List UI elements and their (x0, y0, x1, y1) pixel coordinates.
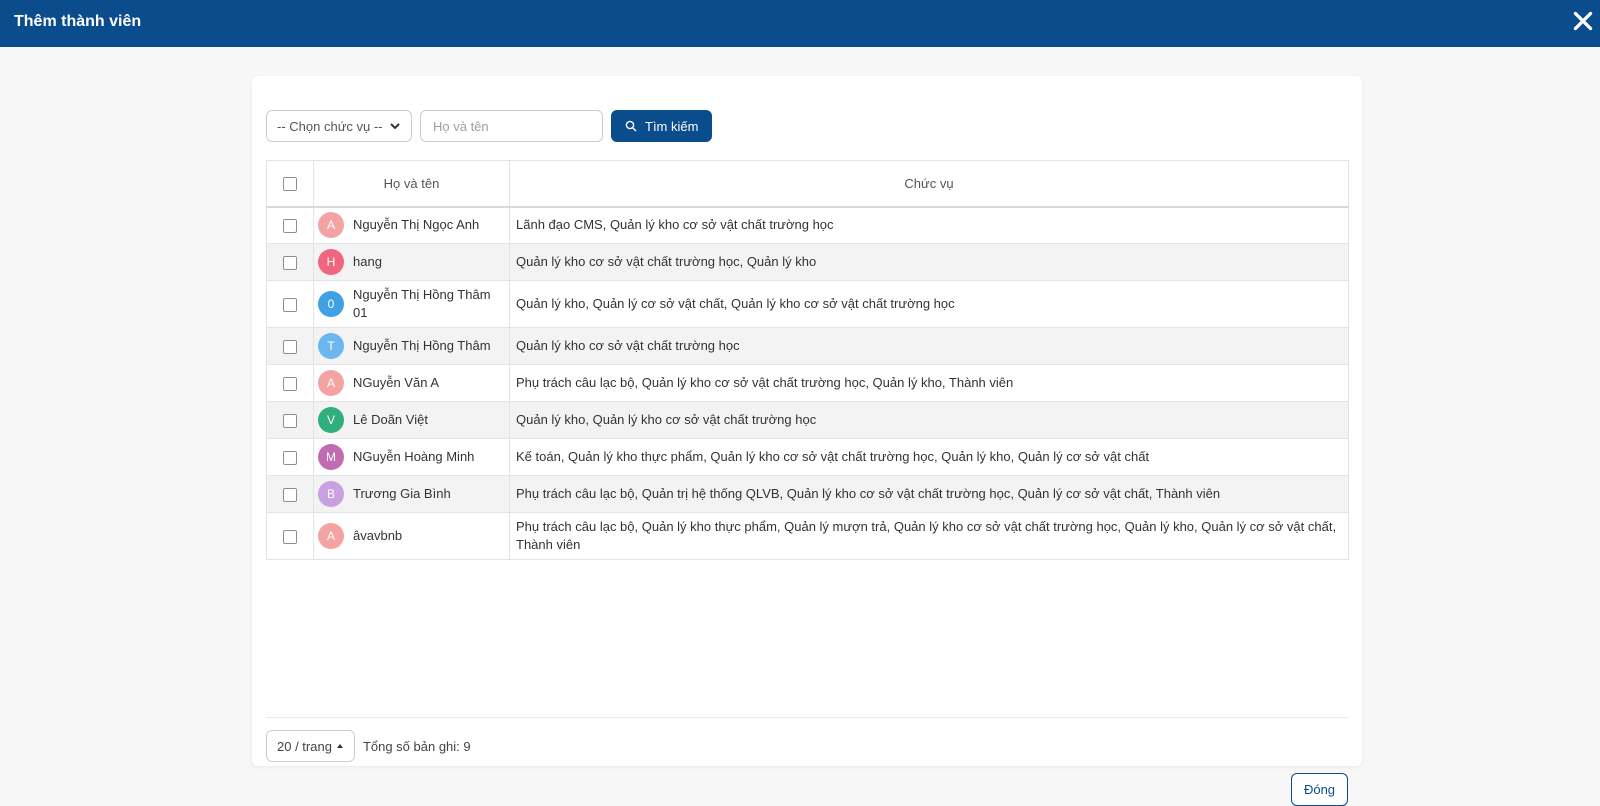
table-header: Họ và tên Chức vụ (266, 160, 1349, 208)
name-cell: Aâvavbnb (313, 512, 510, 560)
row-checkbox[interactable] (283, 413, 297, 428)
page-size-value: 20 / trang (277, 738, 332, 754)
role-cell: Phụ trách câu lạc bộ, Quản lý kho cơ sở … (509, 364, 1349, 402)
member-table: Họ và tên Chức vụ A Nguyễn Thị Ngọc Anh Lã… (266, 160, 1349, 560)
role-cell: Kế toán, Quản lý kho thực phẩm, Quản lý … (509, 438, 1349, 476)
row-checkbox[interactable] (283, 297, 297, 312)
avatar: B (318, 481, 344, 507)
name-cell: A Nguyễn Thị Ngọc Anh (313, 206, 510, 244)
row-check-cell (266, 512, 314, 560)
member-name: âvavbnb (353, 528, 403, 543)
member: 0 Nguyễn Thị Hồng Thâm 01 (314, 286, 509, 322)
avatar: T (318, 333, 344, 359)
table-row[interactable]: T Nguyễn Thị Hồng Thâm Quản lý kho cơ sở v… (266, 327, 1349, 365)
avatar: A (318, 212, 344, 239)
name-cell: V Lê Doãn Việt (313, 401, 510, 439)
row-checkbox[interactable] (283, 376, 297, 391)
member: A NGuyễn Văn A (314, 370, 509, 396)
member: A Nguyễn Thị Ngọc Anh (314, 212, 509, 239)
page-size-select[interactable]: 20 / trang (266, 730, 355, 762)
search-icon (625, 120, 637, 132)
name-cell: Hhang (313, 243, 510, 281)
member-name: NGuyễn Văn A (353, 375, 439, 390)
caret-up-icon (336, 744, 343, 748)
member: V Lê Doãn Việt (314, 407, 509, 433)
filter-bar: -- Chọn chức vụ -- Tìm kiếm (266, 110, 713, 142)
row-check-cell (266, 475, 314, 513)
modal-header: Thêm thành viên (0, 0, 1600, 47)
header-name: Họ và tên (313, 160, 510, 208)
close-button[interactable]: Đóng (1291, 773, 1348, 806)
table-row[interactable]: M NGuyễn Hoàng Minh Kế toán, Quản lý kho t… (266, 438, 1349, 476)
role-cell: Lãnh đạo CMS, Quản lý kho cơ sở vật chất… (509, 206, 1349, 244)
select-all-checkbox[interactable] (283, 177, 297, 192)
table-row[interactable]: V Lê Doãn Việt Quản lý kho, Quản lý kho cơ… (266, 401, 1349, 439)
member-name: Trương Gia Bình (353, 486, 451, 501)
footer-divider (266, 717, 1349, 718)
name-cell: T Nguyễn Thị Hồng Thâm (313, 327, 510, 365)
header-role: Chức vụ (509, 160, 1349, 208)
search-button[interactable]: Tìm kiếm (611, 110, 713, 142)
avatar: M (318, 444, 344, 470)
member: Aâvavbnb (314, 523, 509, 549)
member: B Trương Gia Bình (314, 481, 509, 507)
name-cell: B Trương Gia Bình (313, 475, 510, 513)
role-cell: Phụ trách câu lạc bộ, Quản lý kho thực p… (509, 512, 1349, 560)
table-row[interactable]: B Trương Gia Bình Phụ trách câu lạc bộ, Qu… (266, 475, 1349, 513)
avatar: A (318, 523, 344, 549)
row-checkbox[interactable] (283, 487, 297, 502)
row-checkbox[interactable] (283, 529, 297, 544)
role-cell: Quản lý kho, Quản lý kho cơ sở vật chất … (509, 401, 1349, 439)
position-select[interactable]: -- Chọn chức vụ -- (266, 110, 412, 142)
member-name: NGuyễn Hoàng Minh (353, 449, 475, 464)
member: M NGuyễn Hoàng Minh (314, 444, 509, 470)
row-check-cell (266, 280, 314, 328)
row-check-cell (266, 401, 314, 439)
chevron-down-icon (390, 123, 400, 130)
avatar: H (318, 249, 344, 275)
member-panel: -- Chọn chức vụ -- Tìm kiếm Họ và tên Ch… (252, 76, 1362, 806)
table-row[interactable]: 0 Nguyễn Thị Hồng Thâm 01 Quản lý kho, Quả… (266, 280, 1349, 328)
row-checkbox[interactable] (283, 219, 297, 234)
table-row[interactable]: A Nguyễn Thị Ngọc Anh Lãnh đạo CMS, Quản l… (266, 206, 1349, 244)
table-row[interactable]: Aâvavbnb Phụ trách câu lạc bộ, Quản lý kh… (266, 512, 1349, 560)
avatar: A (318, 370, 344, 396)
member-name: Nguyễn Thị Hồng Thâm 01 (353, 287, 491, 320)
name-cell: 0 Nguyễn Thị Hồng Thâm 01 (313, 280, 510, 328)
role-cell: Quản lý kho cơ sở vật chất trường học (509, 327, 1349, 365)
member: Hhang (314, 249, 509, 275)
table-row[interactable]: A NGuyễn Văn A Phụ trách câu lạc bộ, Quản … (266, 364, 1349, 402)
member-name: hang (353, 254, 382, 269)
member-name: Nguyễn Thị Ngọc Anh (353, 217, 480, 233)
member-name: Lê Doãn Việt (353, 412, 428, 427)
row-check-cell (266, 206, 314, 244)
name-cell: M NGuyễn Hoàng Minh (313, 438, 510, 476)
row-checkbox[interactable] (283, 255, 297, 270)
name-cell: A NGuyễn Văn A (313, 364, 510, 402)
member: T Nguyễn Thị Hồng Thâm (314, 333, 509, 359)
row-check-cell (266, 327, 314, 365)
member-name: Nguyễn Thị Hồng Thâm (353, 338, 491, 353)
avatar: V (318, 407, 344, 433)
row-checkbox[interactable] (283, 339, 297, 354)
position-select-value: -- Chọn chức vụ -- (277, 118, 383, 134)
row-checkbox[interactable] (283, 450, 297, 465)
modal-title: Thêm thành viên (14, 13, 142, 30)
row-check-cell (266, 364, 314, 402)
role-cell: Phụ trách câu lạc bộ, Quản trị hệ thống … (509, 475, 1349, 513)
role-cell: Quản lý kho cơ sở vật chất trường học, Q… (509, 243, 1349, 281)
total-records: Tổng số bản ghi: 9 (362, 738, 471, 754)
row-check-cell (266, 438, 314, 476)
pagination: 20 / trang Tổng số bản ghi: 9 (266, 730, 471, 762)
select-all-cell (266, 160, 314, 208)
name-search-input[interactable] (420, 110, 603, 142)
search-button-label: Tìm kiếm (645, 118, 699, 134)
table-row[interactable]: Hhang Quản lý kho cơ sở vật chất trường h… (266, 243, 1349, 281)
row-check-cell (266, 243, 314, 281)
role-cell: Quản lý kho, Quản lý cơ sở vật chất, Quả… (509, 280, 1349, 328)
close-icon[interactable] (1570, 8, 1596, 34)
avatar: 0 (318, 291, 344, 317)
